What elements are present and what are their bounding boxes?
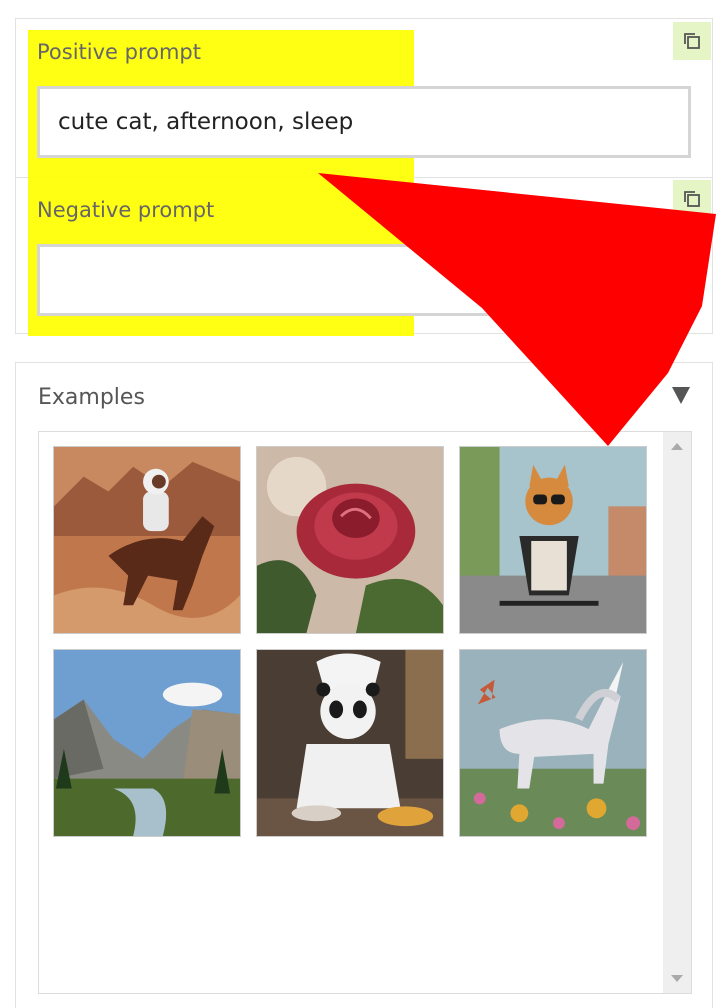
- examples-title: Examples: [38, 385, 145, 410]
- copy-negative-button[interactable]: [673, 180, 711, 218]
- example-mountain-valley-river[interactable]: [53, 649, 241, 837]
- astronaut-horse-image: [54, 447, 240, 633]
- example-red-rose[interactable]: [256, 446, 444, 634]
- example-astronaut-horse-mars[interactable]: [53, 446, 241, 634]
- dog-bicycle-image: [460, 447, 646, 633]
- example-white-unicorn-flowers[interactable]: [459, 649, 647, 837]
- scroll-down-icon[interactable]: [671, 975, 683, 982]
- example-dog-sunglasses-bicycle[interactable]: [459, 446, 647, 634]
- copy-positive-button[interactable]: [673, 22, 711, 60]
- negative-prompt-label: Negative prompt: [37, 198, 215, 222]
- example-panda-chef[interactable]: [256, 649, 444, 837]
- examples-gallery: [38, 431, 692, 994]
- gallery-scrollbar[interactable]: [663, 432, 691, 993]
- positive-prompt-label: Positive prompt: [37, 40, 202, 64]
- scroll-up-icon[interactable]: [671, 443, 683, 450]
- positive-prompt-field[interactable]: cute cat, afternoon, sleep: [37, 86, 691, 158]
- copy-icon: [684, 191, 700, 207]
- rose-image: [257, 447, 443, 633]
- unicorn-image: [460, 650, 646, 836]
- panda-chef-image: [257, 650, 443, 836]
- negative-prompt-field[interactable]: [37, 244, 691, 316]
- caret-down-icon[interactable]: [672, 387, 690, 404]
- copy-icon: [684, 33, 700, 49]
- mountain-valley-image: [54, 650, 240, 836]
- examples-panel: Examples: [15, 362, 713, 1008]
